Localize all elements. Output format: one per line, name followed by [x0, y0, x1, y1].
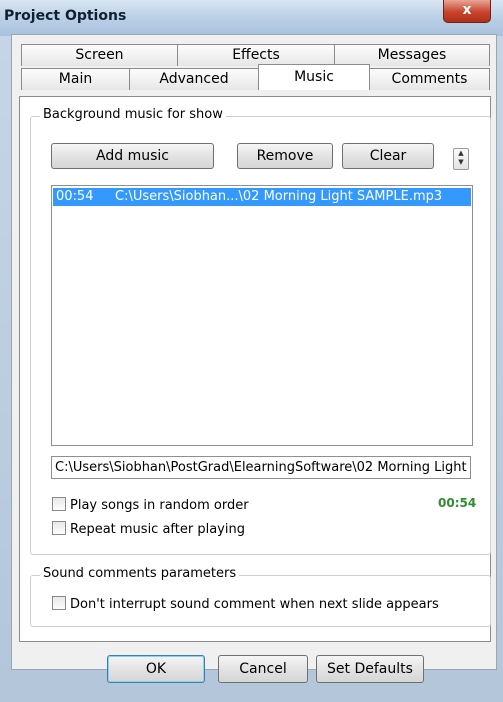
- tab-label: Screen: [75, 47, 124, 63]
- repeat-music-label: Repeat music after playing: [70, 522, 245, 537]
- tab-label: Effects: [232, 47, 280, 63]
- reorder-spinner[interactable]: ▲ ▼: [453, 148, 469, 170]
- remove-button[interactable]: Remove: [237, 143, 333, 169]
- set-defaults-button[interactable]: Set Defaults: [316, 655, 424, 683]
- file-path-field[interactable]: [51, 456, 471, 479]
- tab-main[interactable]: Main: [21, 68, 130, 90]
- background-music-group-title: Background music for show: [40, 107, 226, 122]
- repeat-music-option[interactable]: Repeat music after playing: [52, 521, 245, 538]
- dont-interrupt-option[interactable]: Don't interrupt sound comment when next …: [52, 596, 439, 613]
- repeat-music-checkbox[interactable]: [52, 521, 66, 535]
- tab-advanced[interactable]: Advanced: [129, 68, 259, 90]
- tab-effects[interactable]: Effects: [177, 44, 335, 66]
- tab-label: Music: [294, 69, 334, 85]
- arrow-up-icon[interactable]: ▲: [454, 149, 468, 158]
- arrow-down-icon[interactable]: ▼: [454, 158, 468, 167]
- track-path: C:\Users\Siobhan...\02 Morning Light SAM…: [115, 189, 443, 204]
- cancel-button[interactable]: Cancel: [218, 655, 308, 683]
- dont-interrupt-checkbox[interactable]: [52, 596, 66, 610]
- random-order-label: Play songs in random order: [70, 498, 249, 513]
- title-bar[interactable]: Project Options x: [0, 0, 503, 36]
- tab-comments[interactable]: Comments: [369, 68, 490, 90]
- music-list[interactable]: 00:54 C:\Users\Siobhan...\02 Morning Lig…: [51, 185, 473, 446]
- close-button[interactable]: x: [443, 0, 491, 23]
- random-order-option[interactable]: Play songs in random order: [52, 497, 249, 514]
- ok-button[interactable]: OK: [107, 655, 205, 683]
- tab-messages[interactable]: Messages: [334, 44, 490, 66]
- tab-label: Advanced: [159, 71, 229, 87]
- tab-label: Messages: [377, 47, 447, 63]
- list-item[interactable]: 00:54 C:\Users\Siobhan...\02 Morning Lig…: [53, 188, 471, 206]
- dont-interrupt-label: Don't interrupt sound comment when next …: [70, 597, 439, 612]
- clear-button[interactable]: Clear: [342, 143, 434, 169]
- total-time-label: 00:54: [438, 496, 477, 510]
- sound-comments-group-title: Sound comments parameters: [40, 566, 240, 581]
- add-music-button[interactable]: Add music: [51, 143, 214, 169]
- tab-music[interactable]: Music: [258, 64, 370, 90]
- tab-label: Comments: [391, 71, 468, 87]
- project-options-window: Project Options x Screen Effects Message…: [0, 0, 503, 702]
- track-duration: 00:54: [56, 189, 94, 204]
- window-title: Project Options: [4, 8, 127, 24]
- random-order-checkbox[interactable]: [52, 497, 66, 511]
- tab-label: Main: [58, 71, 93, 87]
- tab-screen[interactable]: Screen: [21, 44, 178, 66]
- close-icon: x: [462, 2, 472, 18]
